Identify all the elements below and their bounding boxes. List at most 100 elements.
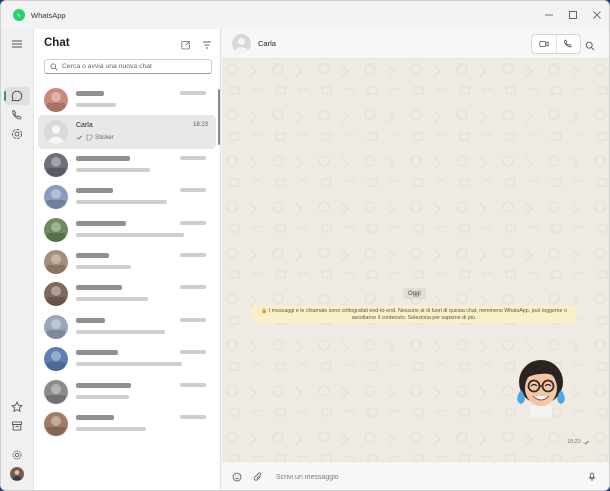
- whatsapp-window: WhatsApp Chat Cerca o avvia una nuova ch…: [0, 0, 610, 491]
- microphone-icon[interactable]: [586, 471, 597, 482]
- search-input[interactable]: [62, 63, 202, 70]
- redacted-chat-name: [76, 415, 114, 420]
- redacted-chat-time: [180, 382, 206, 387]
- chat-avatar: [44, 379, 68, 404]
- star-icon[interactable]: [10, 400, 24, 414]
- redacted-chat-name: [76, 382, 131, 388]
- redacted-chat-preview: [76, 265, 131, 269]
- chat-list-item[interactable]: [38, 180, 216, 214]
- chat-icon[interactable]: [10, 89, 24, 103]
- menu-icon[interactable]: [10, 37, 24, 51]
- voice-call-button[interactable]: [555, 35, 580, 53]
- archive-icon[interactable]: [10, 419, 24, 433]
- chat-list-item[interactable]: [38, 342, 216, 376]
- sticker-time: 18:23: [567, 439, 581, 445]
- chat-avatar: [44, 347, 68, 372]
- redacted-chat-name: [76, 285, 122, 291]
- chat-list-item[interactable]: Carla 18:23 Sticker: [38, 115, 216, 150]
- chat-list-item[interactable]: [38, 213, 216, 247]
- conversation-header[interactable]: Carla: [222, 29, 609, 59]
- app-title: WhatsApp: [31, 10, 66, 20]
- redacted-chat-name: [76, 220, 126, 226]
- video-call-button[interactable]: [532, 35, 556, 53]
- chat-avatar: [44, 412, 68, 436]
- chat-avatar: [44, 314, 68, 339]
- close-icon[interactable]: [585, 1, 609, 29]
- encryption-notice-line1: I messaggi e le chiamate sono crittograf…: [268, 308, 567, 314]
- chat-avatar: [44, 185, 68, 210]
- redacted-chat-name: [76, 317, 105, 323]
- conversation-pane: Carla Oggi 🔒 I messaggi e le chiamate so…: [222, 29, 609, 490]
- chat-name: Carla: [76, 122, 93, 130]
- chat-sidebar: Chat Carla 18:23 Sticker: [33, 29, 221, 490]
- redacted-chat-name: [76, 91, 104, 96]
- redacted-chat-preview: [76, 394, 129, 399]
- chat-avatar: [44, 120, 68, 145]
- redacted-chat-time: [180, 317, 206, 322]
- redacted-chat-preview: [76, 232, 184, 237]
- new-chat-icon[interactable]: [180, 39, 192, 51]
- whatsapp-logo-icon: [13, 9, 25, 21]
- double-check-icon: [583, 440, 590, 444]
- settings-icon[interactable]: [10, 448, 24, 462]
- redacted-chat-time: [180, 285, 206, 290]
- chat-list-item[interactable]: [38, 375, 216, 409]
- redacted-chat-time: [180, 350, 206, 355]
- memoji-sticker[interactable]: [512, 356, 570, 420]
- date-separator: Oggi: [403, 288, 426, 299]
- chat-avatar: [44, 282, 68, 307]
- chat-list-item[interactable]: [38, 245, 216, 279]
- search-field[interactable]: [44, 59, 212, 74]
- chat-list-item[interactable]: [38, 277, 216, 311]
- chat-avatar: [44, 250, 68, 274]
- chat-list-item[interactable]: [38, 407, 216, 441]
- conversation-search-icon[interactable]: [585, 38, 597, 51]
- encryption-notice-line2: ascoltarne il contenuto. Seleziona per s…: [351, 314, 477, 321]
- redacted-chat-name: [76, 155, 130, 161]
- chat-time: 18:23: [192, 122, 208, 129]
- sidebar-scrollbar[interactable]: [218, 89, 220, 145]
- profile-avatar[interactable]: [10, 467, 24, 481]
- contact-avatar[interactable]: [232, 34, 251, 53]
- encryption-notice[interactable]: 🔒 I messaggi e le chiamate sono crittogr…: [252, 306, 576, 323]
- lock-icon: 🔒: [261, 308, 268, 314]
- chat-preview-text: Sticker: [95, 134, 114, 142]
- sticker-timestamp: 18:23: [567, 439, 591, 445]
- message-input[interactable]: [276, 470, 576, 484]
- double-check-icon: [76, 136, 83, 140]
- chat-list-item[interactable]: [38, 310, 216, 344]
- contact-name[interactable]: Carla: [258, 39, 276, 48]
- minimize-icon[interactable]: [537, 1, 561, 29]
- call-buttons: [531, 34, 581, 54]
- sticker-icon: [86, 135, 93, 141]
- redacted-chat-time: [180, 91, 206, 95]
- redacted-chat-time: [180, 253, 206, 257]
- emoji-icon[interactable]: [231, 471, 242, 482]
- navigation-rail: [1, 29, 33, 490]
- title-bar: WhatsApp: [1, 1, 609, 29]
- chat-avatar: [44, 88, 68, 112]
- status-icon[interactable]: [10, 127, 24, 141]
- chat-avatar: [44, 217, 68, 242]
- redacted-chat-time: [180, 155, 206, 160]
- redacted-chat-time: [180, 188, 206, 193]
- redacted-chat-preview: [76, 329, 165, 334]
- attach-icon[interactable]: [252, 471, 263, 482]
- chat-preview: Sticker: [76, 134, 114, 141]
- filter-icon[interactable]: [201, 39, 213, 51]
- chat-avatar: [44, 152, 68, 177]
- video-camera-icon: [539, 41, 549, 47]
- redacted-chat-preview: [76, 167, 150, 172]
- maximize-icon[interactable]: [561, 1, 585, 29]
- redacted-chat-name: [76, 253, 109, 258]
- redacted-chat-time: [180, 415, 206, 419]
- phone-icon[interactable]: [10, 108, 24, 122]
- nav-active-indicator: [4, 91, 6, 101]
- redacted-chat-preview: [76, 362, 182, 367]
- message-composer: [222, 461, 609, 490]
- search-icon: [50, 62, 58, 71]
- chat-list-item[interactable]: [38, 148, 216, 182]
- redacted-chat-preview: [76, 200, 167, 205]
- redacted-chat-preview: [76, 427, 146, 431]
- chat-list-item[interactable]: [38, 83, 216, 117]
